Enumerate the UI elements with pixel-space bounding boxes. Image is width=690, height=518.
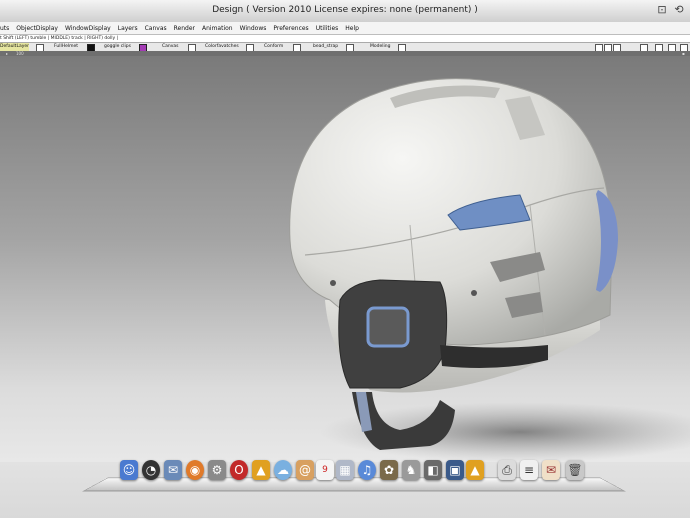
ear-pad-button [366,306,410,348]
preview-icon[interactable]: ▦ [336,460,354,480]
ical-icon[interactable]: 9 [316,460,334,480]
menu-utilities[interactable]: Utilities [316,25,339,32]
zoom-icon[interactable]: ⊡ [655,3,669,17]
restore-icon[interactable]: ⟲ [672,3,686,17]
menu-help[interactable]: Help [345,25,359,32]
illustrator-icon[interactable]: ▲ [252,460,270,480]
perspective-viewport[interactable] [0,56,690,462]
helmet-render [289,78,690,462]
menu-animation[interactable]: Animation [202,25,233,32]
menu-canvas[interactable]: Canvas [145,25,167,32]
trash-icon[interactable]: 🗑 [566,460,584,480]
textedit-icon[interactable]: ≡ [520,460,538,480]
iphoto-icon[interactable]: ✿ [380,460,398,480]
window-titlebar: Design ( Version 2010 License expires: n… [0,0,690,23]
menu-preferences[interactable]: Preferences [273,25,308,32]
mouse-hint-line: t Shift (LEFT) tumble | MIDDLE) track | … [0,35,690,42]
menu-layouts[interactable]: uts [0,25,9,32]
screw [330,280,336,286]
menu-objectdisplay[interactable]: ObjectDisplay [16,25,58,32]
window-title: Design ( Version 2010 License expires: n… [212,5,478,15]
itunes-icon[interactable]: ♫ [358,460,376,480]
helmet-shell [289,78,613,346]
menu-bar: uts ObjectDisplay WindowDisplay Layers C… [0,22,690,35]
finder-icon[interactable]: ☺ [120,460,138,480]
dashboard-icon[interactable]: ◔ [142,460,160,480]
menu-render[interactable]: Render [174,25,195,32]
menu-layers[interactable]: Layers [118,25,138,32]
photoshop-icon[interactable]: ▣ [446,460,464,480]
firefox-icon[interactable]: ◉ [186,460,204,480]
opera-icon[interactable]: O [230,460,248,480]
system-prefs-icon[interactable]: ⚙ [208,460,226,480]
menu-windows[interactable]: Windows [240,25,267,32]
address-book-icon[interactable]: @ [296,460,314,480]
mail-stamp-icon[interactable]: ✉ [542,460,560,480]
printer-icon[interactable]: ⎙ [498,460,516,480]
ichat-icon[interactable]: ☁ [274,460,292,480]
dashboard-widget-icon[interactable]: ◧ [424,460,442,480]
screw [471,290,477,296]
illustrator-alt-icon[interactable]: ▲ [466,460,484,480]
chess-icon[interactable]: ♞ [402,460,420,480]
ical-date: 9 [322,465,328,475]
menu-windowdisplay[interactable]: WindowDisplay [65,25,111,32]
mail-icon[interactable]: ✉ [164,460,182,480]
